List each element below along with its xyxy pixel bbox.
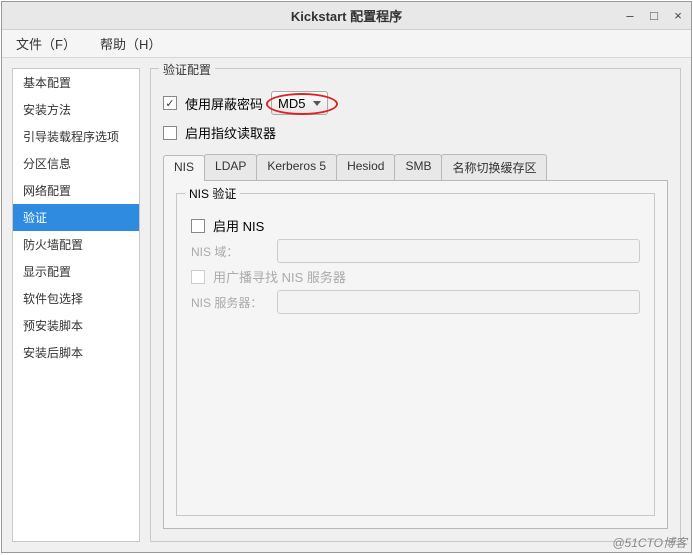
nis-domain-label: NIS 域：: [191, 243, 269, 260]
nis-server-input: [277, 290, 640, 314]
titlebar: Kickstart 配置程序 – □ ×: [2, 2, 691, 30]
nis-groupbox: NIS 验证 启用 NIS NIS 域： 用广播寻找 NIS 服务器: [176, 193, 655, 516]
hash-combo[interactable]: MD5: [271, 91, 328, 115]
nis-enable-checkbox[interactable]: [191, 219, 205, 233]
auth-groupbox-title: 验证配置: [159, 61, 215, 78]
sidebar-item-7[interactable]: 显示配置: [13, 258, 139, 285]
main-panel: 验证配置 ✓ 使用屏蔽密码 MD5 启用指纹读取器 NISLDAPKerbero…: [150, 68, 681, 542]
use-shadow-checkbox[interactable]: ✓: [163, 96, 177, 110]
sidebar-item-5[interactable]: 验证: [13, 204, 139, 231]
nis-broadcast-checkbox: [191, 270, 205, 284]
nis-domain-row: NIS 域：: [191, 239, 640, 263]
menu-file[interactable]: 文件（F）: [10, 31, 82, 56]
watermark: @51CTO博客: [612, 534, 687, 551]
nis-broadcast-label: 用广播寻找 NIS 服务器: [213, 267, 346, 286]
use-shadow-label: 使用屏蔽密码: [185, 94, 263, 113]
nis-server-row: NIS 服务器：: [191, 290, 640, 314]
nis-broadcast-row: 用广播寻找 NIS 服务器: [191, 267, 640, 286]
sidebar-item-3[interactable]: 分区信息: [13, 150, 139, 177]
tab-nis[interactable]: NIS: [163, 155, 205, 181]
shadow-row: ✓ 使用屏蔽密码 MD5: [163, 91, 668, 115]
fingerprint-checkbox[interactable]: [163, 126, 177, 140]
window-title: Kickstart 配置程序: [291, 6, 402, 25]
sidebar-item-2[interactable]: 引导装载程序选项: [13, 123, 139, 150]
tab-hesiod[interactable]: Hesiod: [336, 154, 395, 180]
fingerprint-row: 启用指纹读取器: [163, 123, 668, 142]
menu-help[interactable]: 帮助（H）: [94, 31, 167, 56]
auth-groupbox: 验证配置 ✓ 使用屏蔽密码 MD5 启用指纹读取器 NISLDAPKerbero…: [150, 68, 681, 542]
sidebar: 基本配置安装方法引导装载程序选项分区信息网络配置验证防火墙配置显示配置软件包选择…: [12, 68, 140, 542]
nis-enable-label: 启用 NIS: [213, 216, 264, 235]
tab-ldap[interactable]: LDAP: [204, 154, 257, 180]
sidebar-item-9[interactable]: 预安装脚本: [13, 312, 139, 339]
nis-server-label: NIS 服务器：: [191, 294, 269, 311]
sidebar-item-6[interactable]: 防火墙配置: [13, 231, 139, 258]
nis-enable-row: 启用 NIS: [191, 216, 640, 235]
chevron-down-icon: [313, 101, 321, 106]
sidebar-item-10[interactable]: 安装后脚本: [13, 339, 139, 366]
sidebar-item-8[interactable]: 软件包选择: [13, 285, 139, 312]
tab-名称切换缓存区[interactable]: 名称切换缓存区: [441, 154, 547, 180]
nis-tab-panel: NIS 验证 启用 NIS NIS 域： 用广播寻找 NIS 服务器: [163, 181, 668, 529]
app-window: Kickstart 配置程序 – □ × 文件（F） 帮助（H） 基本配置安装方…: [1, 1, 692, 553]
sidebar-item-4[interactable]: 网络配置: [13, 177, 139, 204]
minimize-button[interactable]: –: [623, 9, 637, 23]
maximize-button[interactable]: □: [647, 9, 661, 23]
sidebar-item-0[interactable]: 基本配置: [13, 69, 139, 96]
hash-combo-value: MD5: [278, 96, 305, 111]
fingerprint-label: 启用指纹读取器: [185, 123, 276, 142]
close-button[interactable]: ×: [671, 9, 685, 23]
sidebar-item-1[interactable]: 安装方法: [13, 96, 139, 123]
auth-tabs: NISLDAPKerberos 5HesiodSMB名称切换缓存区: [163, 154, 668, 181]
tab-kerberos-5[interactable]: Kerberos 5: [256, 154, 337, 180]
nis-domain-input: [277, 239, 640, 263]
body: 基本配置安装方法引导装载程序选项分区信息网络配置验证防火墙配置显示配置软件包选择…: [2, 58, 691, 552]
nis-group-title: NIS 验证: [185, 185, 240, 202]
menubar: 文件（F） 帮助（H）: [2, 30, 691, 58]
tab-smb[interactable]: SMB: [394, 154, 442, 180]
window-controls: – □ ×: [623, 9, 685, 23]
